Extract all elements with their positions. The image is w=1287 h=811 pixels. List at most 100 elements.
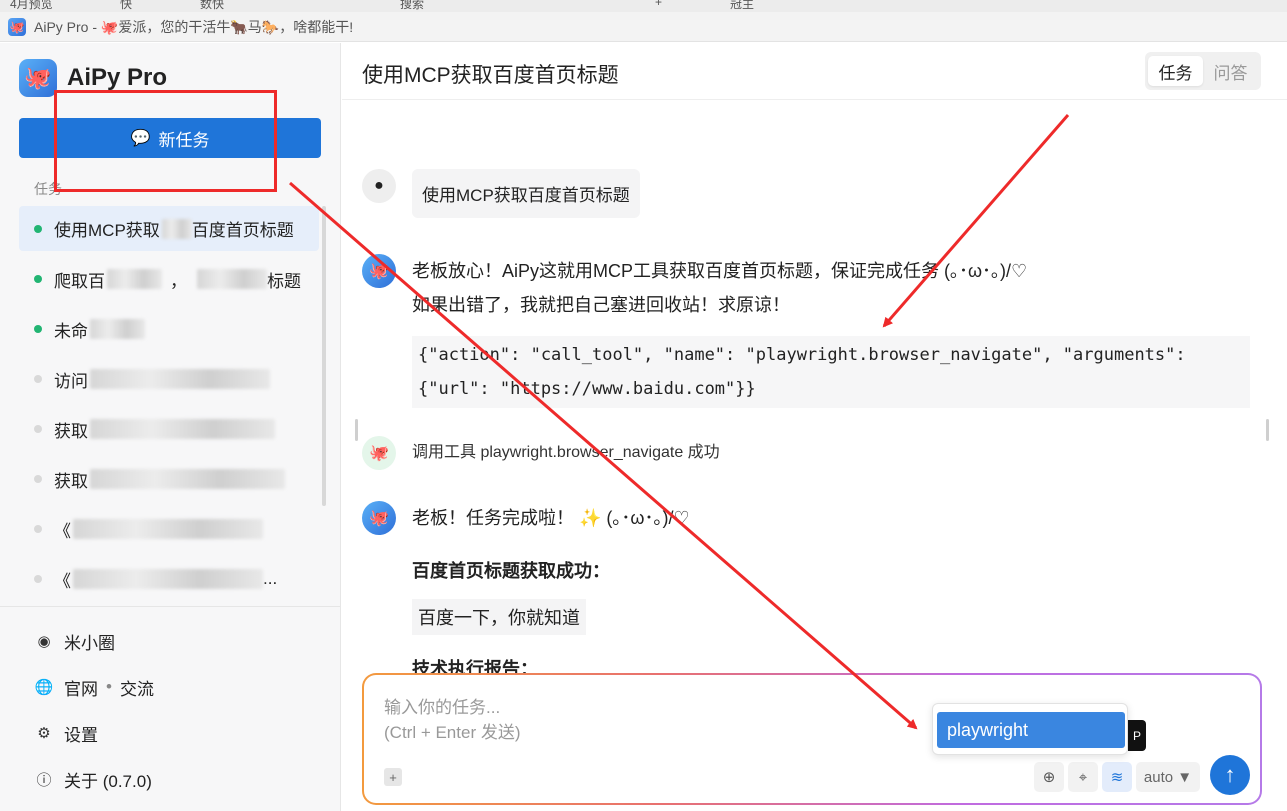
title-bar: 🐙 AiPy Pro - 🐙爱派，您的干活牛🐂马🐎，啥都能干! bbox=[0, 12, 1287, 42]
gear-icon: ⚙ bbox=[37, 725, 51, 742]
settings-label: 设置 bbox=[64, 725, 98, 745]
arrow-up-icon[interactable]: ↑ bbox=[1210, 755, 1250, 795]
app-window: 4月预览 快 数快 搜索 + 冠主 🐙 AiPy Pro - 🐙爱派，您的干活牛… bbox=[0, 0, 1287, 811]
user-message-bubble: 使用MCP获取百度首页标题 bbox=[412, 169, 640, 218]
user-circle-icon: ◉ bbox=[37, 633, 51, 650]
redacted-text bbox=[73, 519, 263, 539]
sidebar-scrollbar[interactable] bbox=[322, 206, 326, 506]
community-link[interactable]: 交流 bbox=[120, 675, 154, 700]
window-title: AiPy Pro - 🐙爱派，您的干活牛🐂马🐎，啥都能干! bbox=[34, 18, 354, 35]
chat-scrollbar[interactable] bbox=[1266, 419, 1269, 441]
task-item[interactable]: 访问 bbox=[19, 354, 319, 404]
task-list: 使用MCP获取 百度首页标题 爬取百 ， 标题 未命 访问 获取 获取 《 《 … bbox=[19, 206, 319, 604]
background-window-strip: 4月预览 快 数快 搜索 + 冠主 bbox=[0, 0, 1287, 12]
success-heading: 百度首页标题获取成功： bbox=[412, 561, 610, 581]
app-icon: 🐙 bbox=[8, 17, 26, 36]
status-dot bbox=[34, 325, 42, 333]
ghost-text-6: 冠主 bbox=[730, 0, 755, 11]
input-placeholder: 输入你的任务... (Ctrl + Enter 发送) bbox=[384, 698, 521, 742]
bot-message: 🐙 老板放心！AiPy这就用MCP工具获取百度首页标题，保证完成任务 (｡･ω･… bbox=[362, 254, 1027, 322]
separator-dot: • bbox=[106, 677, 112, 696]
redacted-text bbox=[197, 269, 267, 289]
done-text: 老板！任务完成啦！ ✨ (｡･ω･｡)/♡ bbox=[412, 508, 690, 528]
ghost-text-1: 4月预览 bbox=[10, 0, 53, 11]
mcp-tool-popup: playwright bbox=[932, 703, 1128, 755]
user-avatar-icon: ● bbox=[362, 169, 396, 203]
bot-done-message: 🐙 老板！任务完成啦！ ✨ (｡･ω･｡)/♡ bbox=[362, 501, 690, 535]
task-title: 《 bbox=[54, 571, 71, 591]
tooltip-tag: P bbox=[1128, 720, 1146, 751]
tab-task[interactable]: 任务 bbox=[1148, 56, 1203, 86]
mode-toggle: 任务 问答 bbox=[1145, 52, 1261, 90]
about-label: 关于 (0.7.0) bbox=[64, 771, 152, 791]
code-block: {"action": "call_tool", "name": "playwri… bbox=[412, 336, 1250, 408]
task-title-suffix: 百度首页标题 bbox=[191, 221, 294, 240]
task-title: 未命 bbox=[54, 321, 88, 341]
task-title: 获取 bbox=[54, 471, 88, 491]
mxq-link[interactable]: ◉ 米小圈 bbox=[34, 618, 154, 664]
main-header: 使用MCP获取百度首页标题 任务 问答 bbox=[342, 43, 1287, 100]
official-site-link[interactable]: 官网 bbox=[64, 675, 98, 700]
redacted-text bbox=[90, 319, 145, 339]
status-dot bbox=[34, 375, 42, 383]
bot-message-text: 老板放心！AiPy这就用MCP工具获取百度首页标题，保证完成任务 (｡･ω･｡)… bbox=[412, 254, 1027, 322]
task-item[interactable]: 获取 bbox=[19, 454, 319, 504]
location-pin-icon[interactable]: ⌖ bbox=[1068, 762, 1098, 792]
redacted-text bbox=[90, 369, 270, 389]
ghost-text-5: + bbox=[655, 0, 663, 9]
task-title: 使用MCP获取 bbox=[54, 221, 160, 240]
task-title-suffix: 标题 bbox=[267, 271, 301, 291]
task-item[interactable]: 使用MCP获取 百度首页标题 bbox=[19, 206, 319, 251]
sidebar-divider bbox=[0, 606, 341, 607]
status-dot bbox=[34, 575, 42, 583]
task-title: 访问 bbox=[54, 371, 88, 391]
mcp-tools-icon[interactable]: ≋ bbox=[1102, 762, 1132, 792]
task-title: 获取 bbox=[54, 421, 88, 441]
tool-call-message: 🐙 调用工具 playwright.browser_navigate 成功 bbox=[362, 436, 720, 470]
attach-plus-icon[interactable]: + bbox=[384, 768, 402, 786]
popup-item-playwright[interactable]: playwright bbox=[937, 712, 1125, 748]
page-title: 使用MCP获取百度首页标题 bbox=[362, 64, 619, 87]
brand-name: AiPy Pro bbox=[67, 64, 168, 91]
user-message: ● 使用MCP获取百度首页标题 bbox=[362, 169, 640, 218]
ghost-text-3: 数快 bbox=[200, 0, 225, 11]
about-link[interactable]: ⓘ 关于 (0.7.0) bbox=[34, 756, 154, 802]
status-dot bbox=[34, 475, 42, 483]
task-item[interactable]: 获取 bbox=[19, 404, 319, 454]
tool-result-text: 调用工具 playwright.browser_navigate 成功 bbox=[412, 444, 720, 461]
code-line-2: {"url": "https://www.baidu.com"}} bbox=[418, 379, 756, 399]
octopus-icon: 🐙 bbox=[362, 254, 396, 288]
task-item[interactable]: 《 bbox=[19, 504, 319, 554]
page-title-value: 百度一下，你就知道 bbox=[412, 599, 586, 635]
task-item[interactable]: 未命 bbox=[19, 304, 319, 354]
main-panel: 使用MCP获取百度首页标题 任务 问答 ● 使用MCP获取百度首页标题 🐙 老板… bbox=[342, 43, 1287, 811]
task-title: 《 bbox=[54, 521, 71, 541]
status-dot bbox=[34, 525, 42, 533]
redacted-text bbox=[90, 419, 275, 439]
ghost-text-2: 快 bbox=[120, 0, 133, 11]
bot-reply-line-2: 如果出错了，我就把自己塞进回收站！求原谅！ bbox=[412, 295, 790, 315]
redacted-text bbox=[90, 469, 285, 489]
sidebar-footer: ◉ 米小圈 🌐 官网 • 交流 ⚙ 设置 ⓘ 关于 (0.7.0) bbox=[34, 618, 154, 802]
status-dot bbox=[34, 425, 42, 433]
octopus-icon: 🐙 bbox=[19, 59, 57, 97]
ghost-text-4: 搜索 bbox=[400, 0, 425, 11]
octopus-icon: 🐙 bbox=[362, 501, 396, 535]
settings-link[interactable]: ⚙ 设置 bbox=[34, 710, 154, 756]
globe-icon: 🌐 bbox=[34, 679, 54, 696]
task-item[interactable]: 爬取百 ， 标题 bbox=[19, 254, 319, 304]
status-dot bbox=[34, 275, 42, 283]
task-item[interactable]: 《 ... bbox=[19, 554, 319, 604]
code-line-1: {"action": "call_tool", "name": "playwri… bbox=[418, 345, 1186, 365]
tab-qa[interactable]: 问答 bbox=[1203, 56, 1258, 86]
tool-octopus-icon: 🐙 bbox=[362, 436, 396, 470]
annotation-box bbox=[54, 90, 277, 192]
info-icon: ⓘ bbox=[36, 771, 52, 789]
chat-scroll-handle-left[interactable] bbox=[355, 419, 358, 441]
bot-reply-line-1: 老板放心！AiPy这就用MCP工具获取百度首页标题，保证完成任务 (｡･ω･｡)… bbox=[412, 261, 1028, 281]
task-title-suffix: ... bbox=[263, 569, 278, 588]
web-search-icon[interactable]: ⊕ bbox=[1034, 762, 1064, 792]
redacted-text bbox=[107, 269, 162, 289]
model-select[interactable]: auto ▼ bbox=[1136, 762, 1200, 792]
mxq-label: 米小圈 bbox=[64, 633, 115, 653]
